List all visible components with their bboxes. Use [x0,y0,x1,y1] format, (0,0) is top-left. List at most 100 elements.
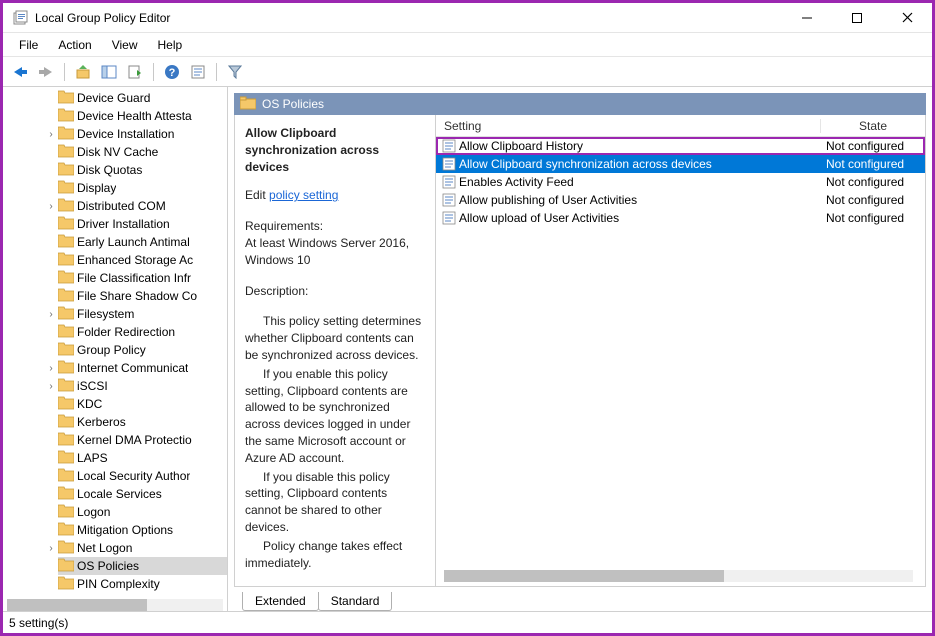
menu-action[interactable]: Action [50,36,99,54]
app-icon [13,10,29,26]
menu-view[interactable]: View [104,36,146,54]
tree-item[interactable]: PIN Complexity [58,575,227,593]
tree-item-label: Device Guard [77,91,150,105]
tree-item[interactable]: Logon [58,503,227,521]
folder-icon [58,450,74,466]
setting-row[interactable]: Allow publishing of User ActivitiesNot c… [436,191,925,209]
toolbar: ? [3,57,932,87]
tree-item-label: Driver Installation [77,217,170,231]
settings-column: Setting State Allow Clipboard HistoryNot… [435,115,925,586]
folder-icon [58,360,74,376]
filter-button[interactable] [224,61,246,83]
tree-item[interactable]: Driver Installation [58,215,227,233]
folder-icon [58,576,74,592]
tree-item[interactable]: Mitigation Options [58,521,227,539]
back-button[interactable] [9,61,31,83]
folder-icon [58,252,74,268]
tree-item[interactable]: Device Health Attesta [58,107,227,125]
tree-item[interactable]: ›Distributed COM [58,197,227,215]
setting-name: Allow Clipboard History [459,139,820,153]
expand-arrow-icon[interactable]: › [44,363,58,374]
expand-arrow-icon[interactable]: › [44,129,58,140]
tree-item[interactable]: File Classification Infr [58,269,227,287]
tree-item-label: Net Logon [77,541,132,555]
tree-item[interactable]: KDC [58,395,227,413]
tree-item[interactable]: LAPS [58,449,227,467]
tree-item[interactable]: ›Filesystem [58,305,227,323]
tree-item[interactable]: Kernel DMA Protectio [58,431,227,449]
expand-arrow-icon[interactable]: › [44,201,58,212]
right-pane: OS Policies Allow Clipboard synchronizat… [228,87,932,611]
expand-arrow-icon[interactable]: › [44,543,58,554]
tree-item[interactable]: ›Net Logon [58,539,227,557]
column-header-setting[interactable]: Setting [436,119,820,133]
settings-horizontal-scrollbar[interactable] [444,570,913,582]
export-button[interactable] [124,61,146,83]
setting-state: Not configured [820,139,925,153]
folder-icon [58,396,74,412]
svg-text:?: ? [169,67,176,79]
folder-icon [58,180,74,196]
tab-standard[interactable]: Standard [318,592,393,611]
tree-item-label: Display [77,181,116,195]
minimize-button[interactable] [786,4,828,32]
description-label: Description: [245,283,425,300]
tree-item[interactable]: Folder Redirection [58,323,227,341]
show-hide-tree-button[interactable] [98,61,120,83]
tree-item-label: Disk Quotas [77,163,142,177]
tree-horizontal-scrollbar[interactable] [7,599,223,611]
setting-row[interactable]: Allow Clipboard synchronization across d… [436,155,925,173]
setting-row[interactable]: Allow Clipboard HistoryNot configured [436,137,925,155]
folder-icon [58,198,74,214]
expand-arrow-icon[interactable]: › [44,309,58,320]
maximize-button[interactable] [836,4,878,32]
close-button[interactable] [886,4,928,32]
folder-icon [58,144,74,160]
tab-extended[interactable]: Extended [242,592,319,611]
tree-item[interactable]: OS Policies [58,557,227,575]
edit-link-row: Edit policy setting [245,187,425,204]
tree-item[interactable]: ›iSCSI [58,377,227,395]
tree-item[interactable]: ›Device Installation [58,125,227,143]
tree-item[interactable]: Locale Services [58,485,227,503]
tree-item[interactable]: Display [58,179,227,197]
forward-button[interactable] [35,61,57,83]
folder-icon [58,162,74,178]
tree-item[interactable]: Group Policy [58,341,227,359]
tree-item[interactable]: Device Guard [58,89,227,107]
properties-button[interactable] [187,61,209,83]
tree-item[interactable]: Enhanced Storage Ac [58,251,227,269]
folder-icon [58,558,74,574]
folder-icon [58,108,74,124]
folder-icon [58,306,74,322]
expand-arrow-icon[interactable]: › [44,381,58,392]
menu-help[interactable]: Help [150,36,191,54]
up-button[interactable] [72,61,94,83]
tree-item-label: Device Installation [77,127,174,141]
setting-row[interactable]: Enables Activity FeedNot configured [436,173,925,191]
tree-item-label: LAPS [77,451,108,465]
tree-item[interactable]: File Share Shadow Co [58,287,227,305]
tree-item-label: PIN Complexity [77,577,160,591]
setting-row[interactable]: Allow upload of User ActivitiesNot confi… [436,209,925,227]
detail-area: Allow Clipboard synchronization across d… [234,115,926,587]
menu-file[interactable]: File [11,36,46,54]
help-button[interactable]: ? [161,61,183,83]
scrollbar-thumb[interactable] [7,599,147,611]
tree-item[interactable]: Kerberos [58,413,227,431]
settings-list[interactable]: Allow Clipboard HistoryNot configuredAll… [436,137,925,586]
tree-item-label: Enhanced Storage Ac [77,253,193,267]
folder-icon [58,378,74,394]
tree-item[interactable]: Disk Quotas [58,161,227,179]
setting-name: Allow upload of User Activities [459,211,820,225]
column-header-state[interactable]: State [820,119,925,133]
toolbar-separator [153,63,154,81]
tree-item[interactable]: Early Launch Antimal [58,233,227,251]
tree-item[interactable]: ›Internet Communicat [58,359,227,377]
edit-policy-link[interactable]: policy setting [269,188,338,202]
tree-item[interactable]: Disk NV Cache [58,143,227,161]
tree-scroll[interactable]: Device GuardDevice Health Attesta›Device… [3,89,227,595]
tree-item[interactable]: Local Security Author [58,467,227,485]
scrollbar-thumb[interactable] [444,570,724,582]
description-text: Policy change takes effect immediately. [245,538,425,572]
